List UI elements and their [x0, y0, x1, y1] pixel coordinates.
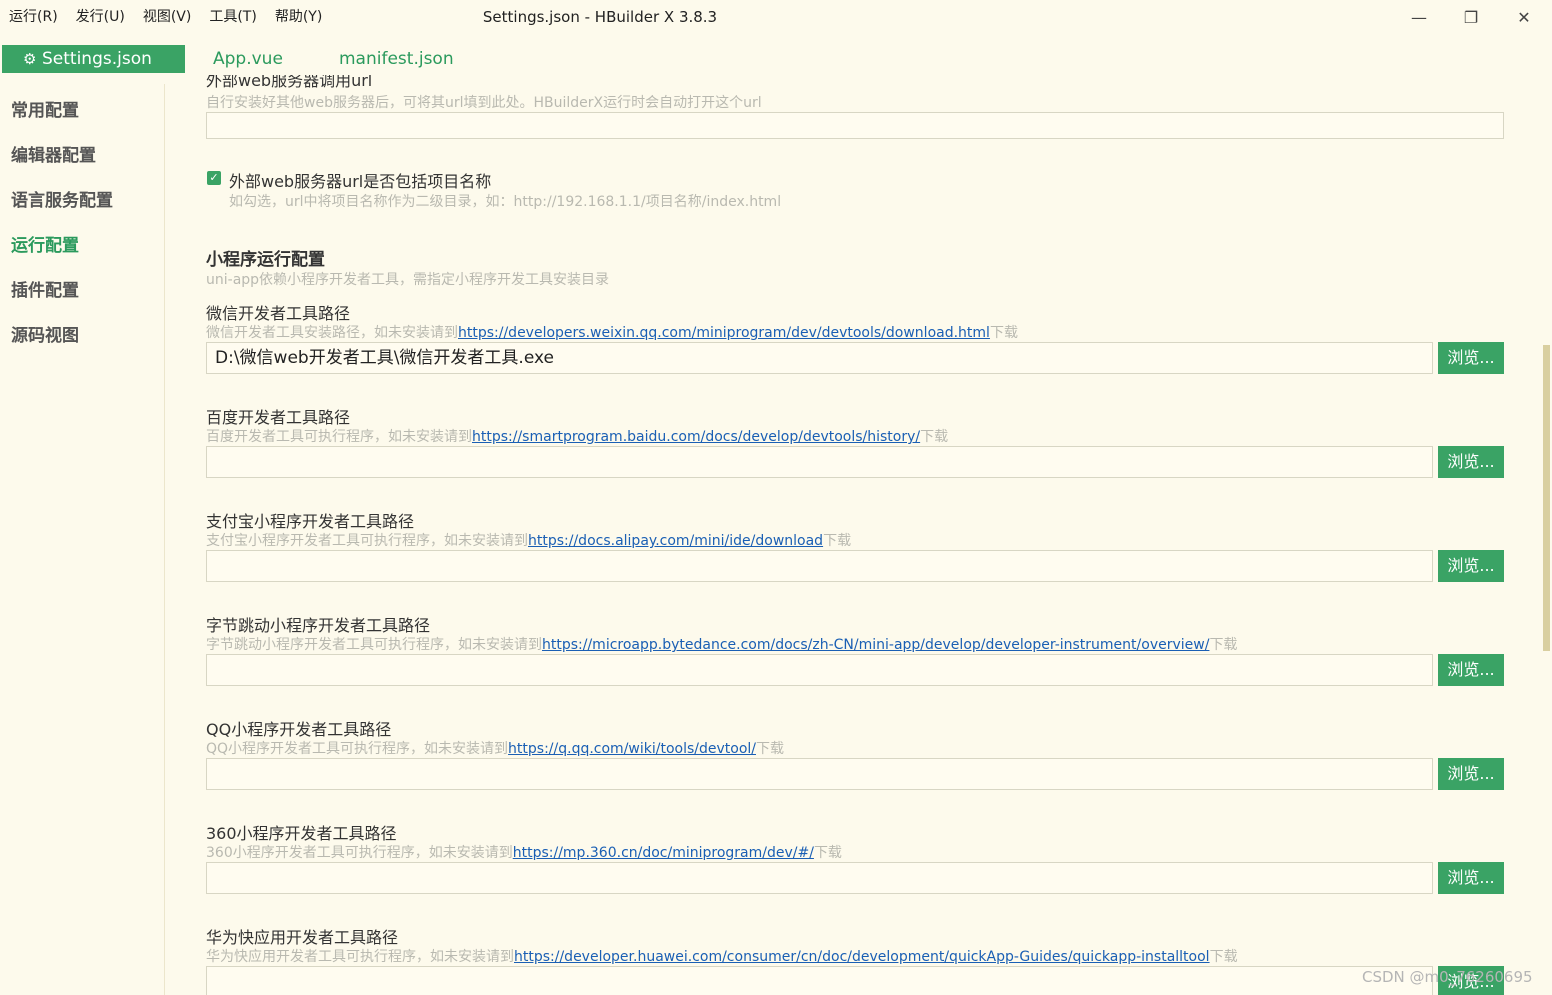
tool-path-label-weixin: 微信开发者工具路径: [206, 304, 351, 323]
settings-content: 外部web服务器调用url 自行安装好其他web服务器后，可将其url填到此处。…: [166, 75, 1542, 995]
sidebar-item-plugins[interactable]: 插件配置: [11, 276, 79, 301]
download-suffix: 下载: [756, 741, 784, 757]
tab-label: Settings.json: [42, 49, 152, 69]
sidebar-item-source-view[interactable]: 源码视图: [11, 321, 79, 346]
download-suffix: 下载: [813, 845, 842, 861]
tool-path-input-baidu[interactable]: [206, 446, 1433, 478]
sidebar-item-language-service[interactable]: 语言服务配置: [11, 186, 113, 211]
tool-path-input-bytedance[interactable]: [206, 654, 1433, 686]
tool-path-label-baidu: 百度开发者工具路径: [206, 408, 351, 427]
tab-settings-json[interactable]: ⚙ Settings.json: [2, 45, 185, 73]
watermark: CSDN @m0_76260695: [1362, 968, 1533, 986]
sidebar-item-run[interactable]: 运行配置: [11, 231, 79, 256]
sidebar-item-editor[interactable]: 编辑器配置: [11, 141, 96, 166]
desc-text: 支付宝小程序开发者工具可执行程序，如未安装请到: [206, 533, 528, 549]
download-link-weixin[interactable]: https://developers.weixin.qq.com/minipro…: [458, 325, 990, 341]
tool-path-desc-360: 360小程序开发者工具可执行程序，如未安装请到https://mp.360.cn…: [206, 842, 842, 862]
tool-path-input-weixin[interactable]: D:\微信web开发者工具\微信开发者工具.exe: [206, 342, 1433, 374]
browse-button-baidu[interactable]: 浏览...: [1438, 446, 1504, 478]
download-link-huawei[interactable]: https://developer.huawei.com/consumer/cn…: [514, 949, 1210, 965]
gear-icon: ⚙: [23, 50, 37, 68]
minimize-button[interactable]: —: [1393, 0, 1445, 34]
download-link-bytedance[interactable]: https://microapp.bytedance.com/docs/zh-C…: [542, 637, 1209, 653]
tool-path-desc-huawei: 华为快应用开发者工具可执行程序，如未安装请到https://developer.…: [206, 946, 1238, 966]
browse-button-qq[interactable]: 浏览...: [1438, 758, 1504, 790]
desc-text: 百度开发者工具可执行程序，如未安装请到: [206, 429, 472, 445]
tab-app-vue[interactable]: App.vue: [213, 45, 283, 73]
tab-manifest-json[interactable]: manifest.json: [339, 45, 454, 73]
window-title: Settings.json - HBuilder X 3.8.3: [482, 8, 718, 26]
download-suffix: 下载: [920, 429, 949, 445]
tool-path-desc-weixin: 微信开发者工具安装路径，如未安装请到https://developers.wei…: [206, 322, 1018, 342]
maximize-button[interactable]: ❐: [1445, 0, 1497, 34]
section-title: 小程序运行配置: [206, 250, 325, 270]
include-project-name-desc: 如勾选，url中将项目名称作为二级目录，如：http://192.168.1.1…: [229, 194, 782, 210]
include-project-name-label: 外部web服务器url是否包括项目名称: [229, 172, 492, 191]
external-url-label: 外部web服务器调用url: [206, 75, 373, 90]
tab-bar: ⚙ Settings.json App.vue manifest.json: [0, 42, 1552, 74]
tool-path-label-huawei: 华为快应用开发者工具路径: [206, 928, 399, 947]
tool-path-input-360[interactable]: [206, 862, 1433, 894]
tool-path-desc-alipay: 支付宝小程序开发者工具可执行程序，如未安装请到https://docs.alip…: [206, 530, 851, 550]
download-suffix: 下载: [1209, 949, 1238, 965]
tool-path-input-qq[interactable]: [206, 758, 1433, 790]
download-link-360[interactable]: https://mp.360.cn/doc/miniprogram/dev/#/: [513, 845, 814, 861]
tool-path-input-huawei[interactable]: [206, 966, 1433, 995]
tool-path-label-alipay: 支付宝小程序开发者工具路径: [206, 512, 415, 531]
vertical-scrollbar[interactable]: [1543, 345, 1550, 651]
browse-button-alipay[interactable]: 浏览...: [1438, 550, 1504, 582]
title-bar: 运行(R) 发行(U) 视图(V) 工具(T) 帮助(Y) Settings.j…: [0, 0, 1552, 34]
browse-button-bytedance[interactable]: 浏览...: [1438, 654, 1504, 686]
include-project-name-checkbox[interactable]: ✓: [207, 171, 221, 185]
tool-path-input-alipay[interactable]: [206, 550, 1433, 582]
download-suffix: 下载: [1209, 637, 1238, 653]
desc-text: 360小程序开发者工具可执行程序，如未安装请到: [206, 845, 513, 861]
section-desc: uni-app依赖小程序开发者工具，需指定小程序开发工具安装目录: [206, 272, 610, 288]
tool-path-desc-bytedance: 字节跳动小程序开发者工具可执行程序，如未安装请到https://microapp…: [206, 634, 1237, 654]
close-button[interactable]: ✕: [1498, 0, 1550, 34]
desc-text: 字节跳动小程序开发者工具可执行程序，如未安装请到: [206, 637, 542, 653]
desc-text: QQ小程序开发者工具可执行程序，如未安装请到: [206, 741, 509, 757]
download-link-baidu[interactable]: https://smartprogram.baidu.com/docs/deve…: [472, 429, 920, 445]
desc-text: 华为快应用开发者工具可执行程序，如未安装请到: [206, 949, 514, 965]
sidebar-item-general[interactable]: 常用配置: [11, 96, 79, 121]
tool-path-label-360: 360小程序开发者工具路径: [206, 824, 397, 843]
download-suffix: 下载: [989, 325, 1018, 341]
download-suffix: 下载: [823, 533, 852, 549]
tool-path-desc-qq: QQ小程序开发者工具可执行程序，如未安装请到https://q.qq.com/w…: [206, 738, 784, 758]
desc-text: 微信开发者工具安装路径，如未安装请到: [206, 325, 458, 341]
browse-button-weixin[interactable]: 浏览...: [1438, 342, 1504, 374]
external-url-input[interactable]: [206, 112, 1504, 139]
tool-path-desc-baidu: 百度开发者工具可执行程序，如未安装请到https://smartprogram.…: [206, 426, 948, 446]
browse-button-360[interactable]: 浏览...: [1438, 862, 1504, 894]
tool-path-label-bytedance: 字节跳动小程序开发者工具路径: [206, 616, 431, 635]
external-url-desc: 自行安装好其他web服务器后，可将其url填到此处。HBuilderX运行时会自…: [206, 95, 762, 111]
download-link-qq[interactable]: https://q.qq.com/wiki/tools/devtool/: [508, 741, 756, 757]
settings-sidebar: 常用配置 编辑器配置 语言服务配置 运行配置 插件配置 源码视图: [0, 84, 165, 995]
tool-path-label-qq: QQ小程序开发者工具路径: [206, 720, 392, 739]
download-link-alipay[interactable]: https://docs.alipay.com/mini/ide/downloa…: [528, 533, 823, 549]
